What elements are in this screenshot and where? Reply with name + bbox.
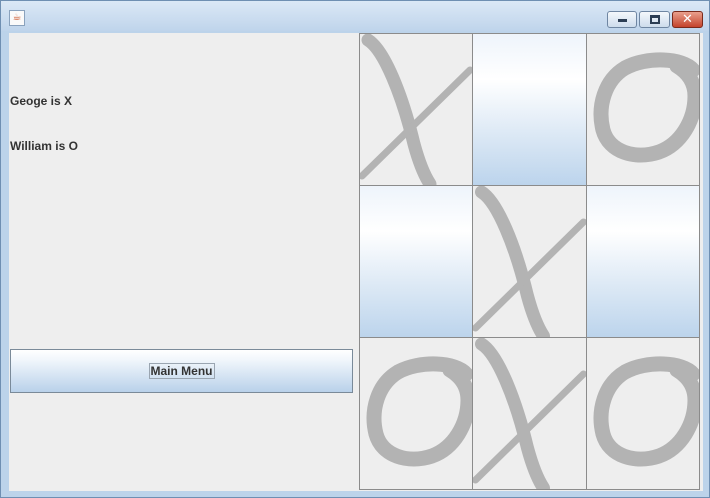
java-icon[interactable]: ☕ <box>9 10 25 26</box>
main-menu-button[interactable]: Main Menu <box>10 349 353 393</box>
board-cell-2-3[interactable] <box>586 185 700 338</box>
player-o-label: William is O <box>10 139 78 153</box>
x-mark-icon <box>473 338 586 489</box>
maximize-icon <box>650 15 660 24</box>
board-cell-1-1[interactable] <box>359 33 473 186</box>
board-cell-2-1[interactable] <box>359 185 473 338</box>
game-panel: Geoge is X William is O Main Menu <box>9 33 703 491</box>
title-bar[interactable]: ☕ ✕ <box>1 1 709 31</box>
o-mark-icon <box>366 356 472 467</box>
board-cell-3-1[interactable] <box>359 337 473 490</box>
minimize-button[interactable] <box>607 11 637 28</box>
x-mark-icon <box>360 34 472 185</box>
player-x-label: Geoge is X <box>10 94 73 108</box>
x-mark-icon <box>473 186 586 337</box>
o-mark-icon <box>593 52 699 163</box>
board-cell-2-2[interactable] <box>472 185 587 338</box>
app-window: ☕ ✕ Geoge is X William is O Main Menu <box>0 0 710 498</box>
maximize-button[interactable] <box>639 11 670 28</box>
board-cell-3-2[interactable] <box>472 337 587 490</box>
board-cell-3-3[interactable] <box>586 337 700 490</box>
board-cell-1-2[interactable] <box>472 33 587 186</box>
board-cell-1-3[interactable] <box>586 33 700 186</box>
o-mark-icon <box>593 356 699 467</box>
main-menu-label: Main Menu <box>148 363 215 379</box>
minimize-icon <box>618 19 627 22</box>
close-icon: ✕ <box>682 12 693 27</box>
close-button[interactable]: ✕ <box>672 11 703 28</box>
